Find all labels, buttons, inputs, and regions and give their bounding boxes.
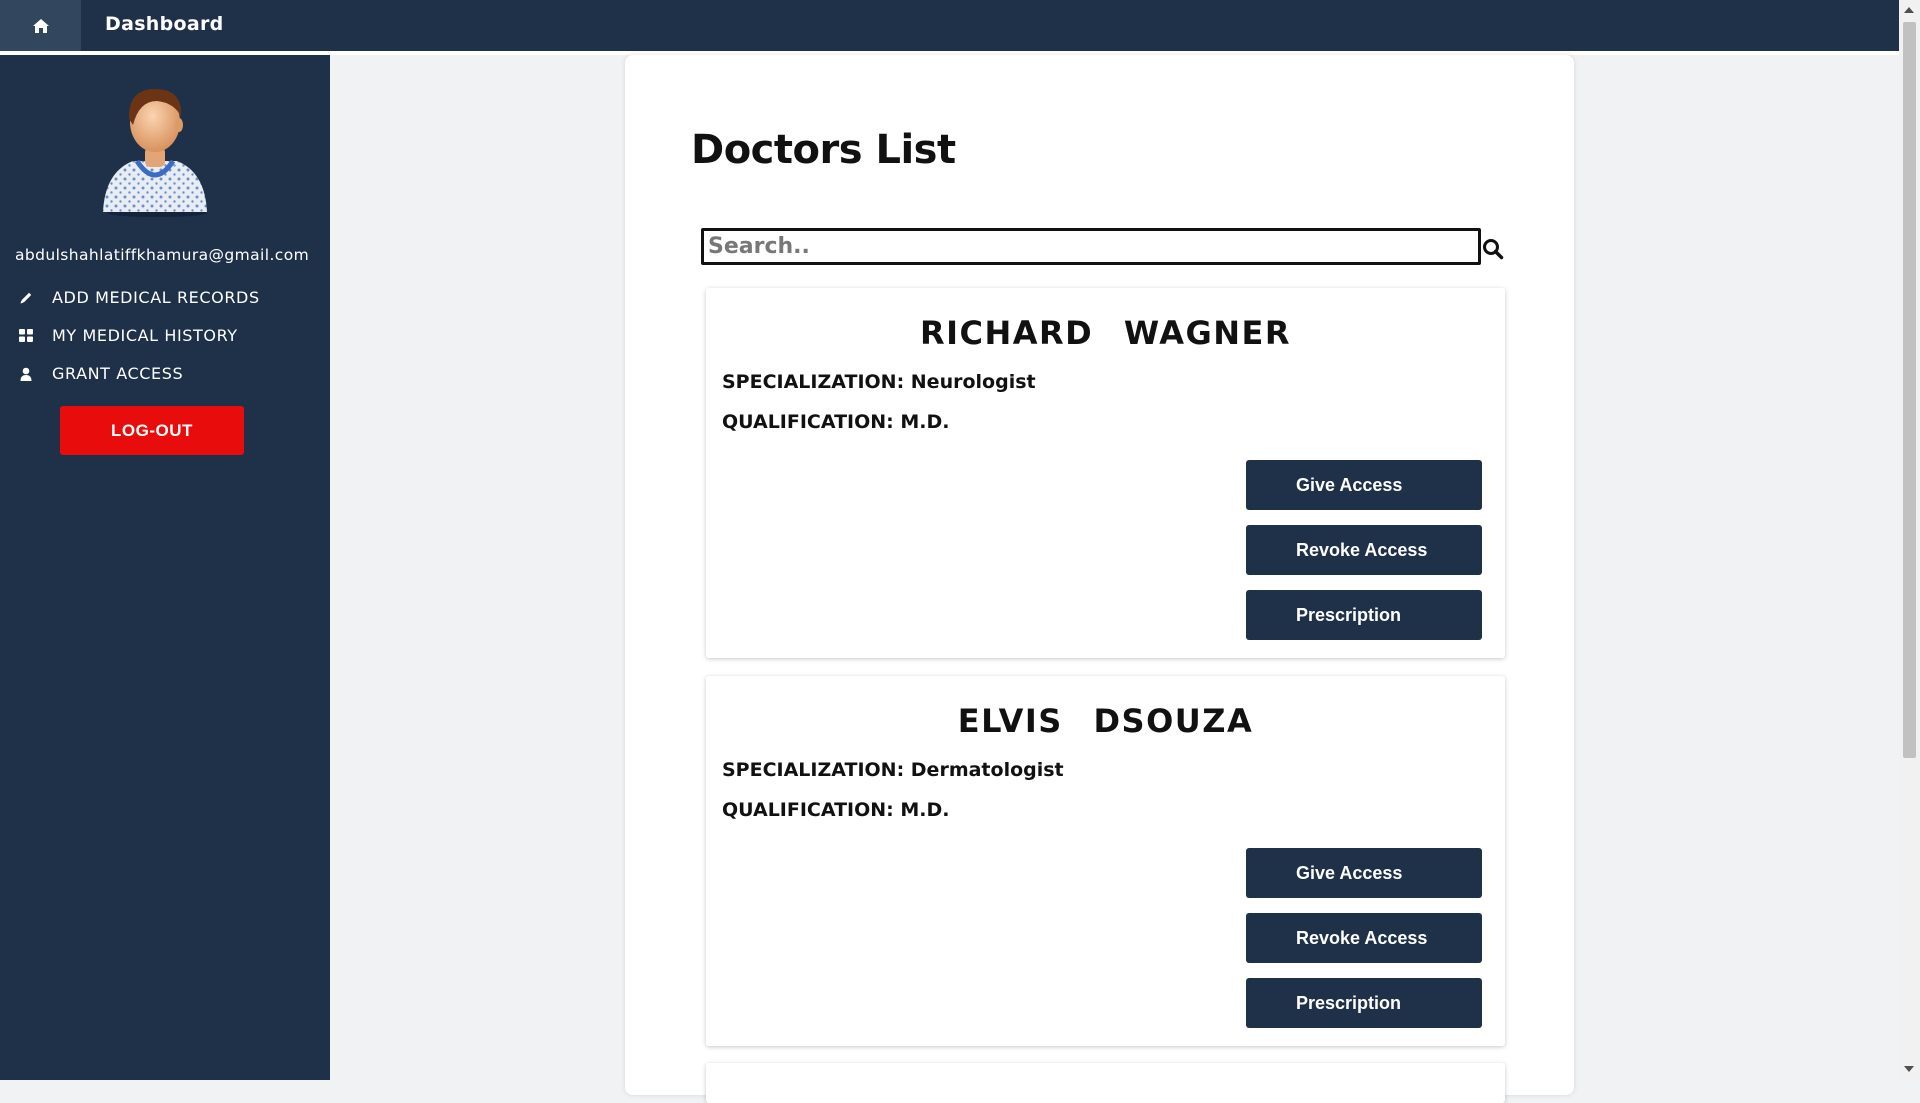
search-icon[interactable] — [1482, 238, 1504, 260]
scroll-up-arrow-icon[interactable] — [1904, 7, 1914, 13]
sidebar-item-label: ADD MEDICAL RECORDS — [52, 288, 260, 307]
scrollbar-thumb[interactable] — [1903, 22, 1916, 758]
page-scrollbar[interactable] — [1899, 0, 1920, 1080]
sidebar: abdulshahlatiffkhamura@gmail.com ADD MED… — [0, 55, 330, 1080]
sidebar-item-label: MY MEDICAL HISTORY — [52, 326, 238, 345]
prescription-button[interactable]: Prescription — [1246, 978, 1482, 1028]
doctors-list-panel: Doctors List RICHARD WAGNER SPECIALIZATI… — [625, 55, 1574, 1103]
pencil-icon — [18, 290, 33, 305]
prescription-button[interactable]: Prescription — [1246, 590, 1482, 640]
home-icon — [32, 18, 49, 33]
revoke-access-button[interactable]: Revoke Access — [1246, 525, 1482, 575]
sidebar-item-label: GRANT ACCESS — [52, 364, 184, 383]
user-email: abdulshahlatiffkhamura@gmail.com — [15, 246, 310, 264]
sidebar-item-grant-access[interactable]: GRANT ACCESS — [18, 364, 183, 383]
page-title: Doctors List — [691, 127, 956, 173]
give-access-button[interactable]: Give Access — [1246, 848, 1482, 898]
doctor-card: RICHARD WAGNER SPECIALIZATION: Neurologi… — [706, 288, 1505, 658]
doctor-card: ELVIS DSOUZA SPECIALIZATION: Dermatologi… — [706, 676, 1505, 1046]
give-access-button[interactable]: Give Access — [1246, 460, 1482, 510]
user-icon — [18, 366, 33, 381]
doctor-specialization: SPECIALIZATION: Dermatologist — [722, 759, 1064, 781]
logout-button[interactable]: LOG-OUT — [60, 406, 244, 455]
doctor-name: RICHARD WAGNER — [919, 314, 1292, 352]
home-button[interactable] — [0, 0, 81, 51]
search-input[interactable] — [701, 228, 1481, 265]
scroll-down-arrow-icon[interactable] — [1904, 1066, 1914, 1072]
doctor-qualification: QUALIFICATION: M.D. — [722, 411, 950, 433]
doctor-name: ELVIS DSOUZA — [957, 702, 1254, 740]
sidebar-item-add-medical-records[interactable]: ADD MEDICAL RECORDS — [18, 288, 260, 307]
top-navbar: Dashboard — [0, 0, 1899, 55]
patient-avatar — [103, 89, 207, 217]
doctor-qualification: QUALIFICATION: M.D. — [722, 799, 950, 821]
dashboard-title[interactable]: Dashboard — [105, 13, 224, 35]
revoke-access-button[interactable]: Revoke Access — [1246, 913, 1482, 963]
doctor-specialization: SPECIALIZATION: Neurologist — [722, 371, 1036, 393]
grid-icon — [18, 328, 33, 343]
sidebar-item-my-medical-history[interactable]: MY MEDICAL HISTORY — [18, 326, 238, 345]
doctor-card-partial — [706, 1063, 1505, 1103]
